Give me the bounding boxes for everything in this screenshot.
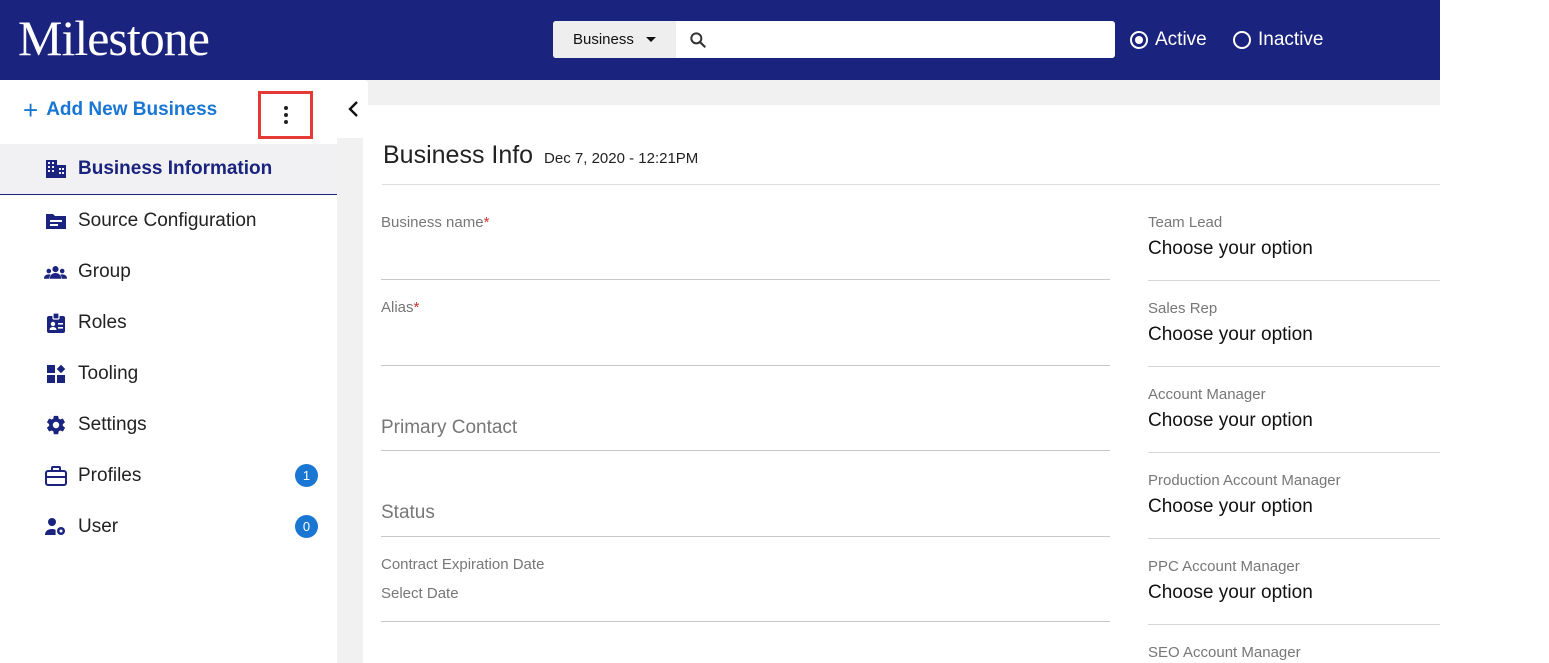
id-badge-icon (44, 311, 67, 334)
sidebar-gutter (337, 80, 363, 663)
last-updated-timestamp: Dec 7, 2020 - 12:21PM (544, 150, 699, 167)
account-manager-select[interactable]: Choose your option (1148, 410, 1313, 432)
sales-rep-label: Sales Rep (1148, 300, 1218, 317)
radio-unchecked-icon (1233, 31, 1251, 49)
chevron-left-icon (347, 101, 358, 117)
alias-label: Alias* (381, 299, 420, 316)
sidebar-item-group[interactable]: Group (0, 246, 337, 297)
status-underline (381, 536, 1110, 537)
radio-inactive[interactable]: Inactive (1233, 29, 1323, 51)
content-top-strip (363, 80, 1440, 105)
search-input[interactable] (718, 21, 1108, 58)
more-vert-icon (283, 106, 288, 124)
team-lead-label: Team Lead (1148, 214, 1223, 231)
sidebar-item-label: Roles (78, 311, 127, 333)
production-account-manager-label: Production Account Manager (1148, 472, 1341, 489)
ppc-account-manager-label: PPC Account Manager (1148, 558, 1300, 575)
production-account-manager-select[interactable]: Choose your option (1148, 496, 1313, 518)
alias-field[interactable] (381, 365, 1110, 366)
primary-contact-underline (381, 450, 1110, 451)
top-header: Milestone Business Active Inactive (0, 0, 1440, 80)
title-divider (382, 184, 1440, 185)
primary-contact-select[interactable]: Primary Contact (381, 417, 517, 439)
production-account-manager-underline (1148, 538, 1440, 539)
status-select[interactable]: Status (381, 502, 435, 524)
radio-checked-icon (1130, 31, 1148, 49)
sales-rep-underline (1148, 366, 1440, 367)
plus-icon: + (23, 95, 39, 125)
sidebar-item-settings[interactable]: Settings (0, 399, 337, 450)
group-icon (44, 260, 67, 283)
search-scope-label: Business (573, 31, 634, 48)
app-window: Milestone Business Active Inactive + Add… (0, 0, 1549, 663)
business-info-panel: Business Info Dec 7, 2020 - 12:21PM Busi… (363, 105, 1440, 663)
sidebar-item-roles[interactable]: Roles (0, 297, 337, 348)
contract-expiration-underline (381, 621, 1110, 622)
business-name-label: Business name* (381, 214, 490, 231)
building-icon (44, 158, 67, 181)
page-title-text: Business Info (383, 141, 534, 169)
sales-rep-select[interactable]: Choose your option (1148, 324, 1313, 346)
profiles-count-badge: 1 (295, 464, 318, 487)
contract-expiration-datepicker[interactable]: Select Date (381, 585, 459, 602)
gear-icon (44, 413, 67, 436)
sidebar-item-label: Tooling (78, 362, 139, 384)
radio-inactive-label: Inactive (1258, 29, 1324, 50)
sidebar-item-tooling[interactable]: Tooling (0, 348, 337, 399)
add-new-business-button[interactable]: + Add New Business (23, 95, 218, 125)
milestone-logo[interactable]: Milestone (18, 8, 210, 68)
contract-expiration-label: Contract Expiration Date (381, 556, 545, 573)
sidebar-item-label: User (78, 515, 119, 537)
sidebar-item-source-configuration[interactable]: Source Configuration (0, 195, 337, 246)
user-count-badge: 0 (295, 515, 318, 538)
seo-account-manager-label: SEO Account Manager (1148, 644, 1301, 661)
caret-down-icon (645, 37, 656, 42)
sidebar-item-profiles[interactable]: Profiles (0, 450, 337, 501)
sidebar-item-label: Business Information (78, 158, 273, 179)
radio-active-label: Active (1155, 29, 1207, 50)
widgets-icon (44, 362, 67, 385)
add-new-business-label: Add New Business (46, 99, 218, 120)
sidebar-item-business-information[interactable]: Business Information (0, 144, 337, 195)
ppc-account-manager-underline (1148, 624, 1440, 625)
user-settings-icon (44, 515, 67, 538)
more-options-button[interactable] (258, 91, 313, 139)
account-manager-label: Account Manager (1148, 386, 1266, 403)
briefcase-icon (44, 464, 67, 487)
team-lead-select[interactable]: Choose your option (1148, 238, 1313, 260)
business-name-field[interactable] (381, 279, 1110, 280)
sidebar-item-label: Settings (78, 413, 147, 435)
sidebar-item-label: Source Configuration (78, 209, 257, 231)
team-lead-underline (1148, 280, 1440, 281)
search-bar: Business (553, 21, 1115, 58)
search-icon[interactable] (688, 30, 708, 50)
radio-active[interactable]: Active (1130, 29, 1207, 51)
sidebar-item-user[interactable]: User (0, 501, 337, 552)
search-scope-dropdown[interactable]: Business (553, 21, 676, 58)
page-title: Business Info Dec 7, 2020 - 12:21PM (383, 141, 698, 170)
ppc-account-manager-select[interactable]: Choose your option (1148, 582, 1313, 604)
account-manager-underline (1148, 452, 1440, 453)
sidebar: + Add New Business Business Information … (0, 80, 337, 663)
sidebar-item-label: Profiles (78, 464, 142, 486)
folder-icon (44, 209, 67, 232)
sidebar-item-label: Group (78, 260, 131, 282)
